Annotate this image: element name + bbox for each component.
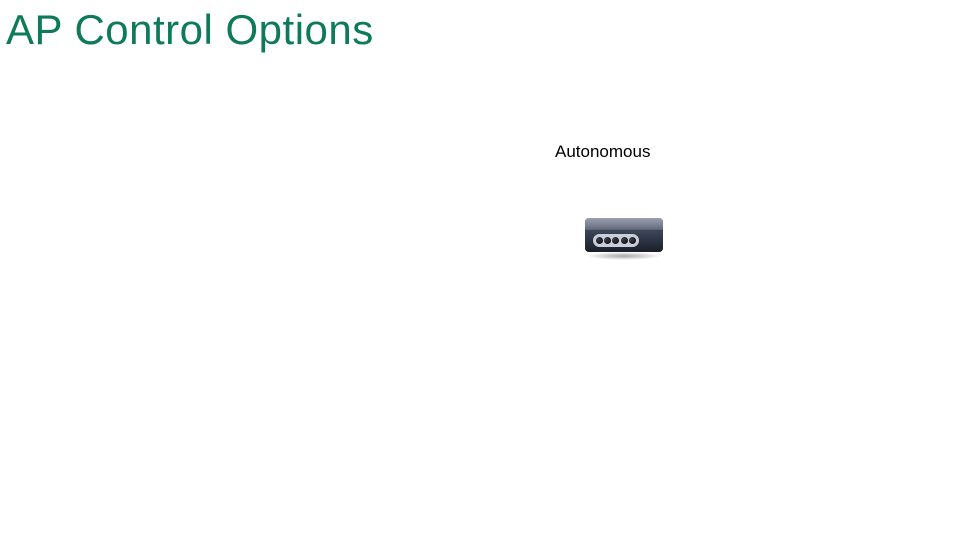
port-icon — [621, 237, 628, 244]
autonomous-label: Autonomous — [555, 142, 650, 162]
page-title: AP Control Options — [6, 6, 374, 54]
device-top-surface — [585, 218, 663, 230]
port-icon — [604, 237, 611, 244]
device-port-panel — [593, 234, 639, 247]
access-point-device-icon — [585, 218, 663, 256]
device-shadow — [586, 252, 662, 260]
port-icon — [596, 237, 603, 244]
device-body — [585, 218, 663, 252]
port-icon — [629, 237, 636, 244]
port-icon — [612, 237, 619, 244]
